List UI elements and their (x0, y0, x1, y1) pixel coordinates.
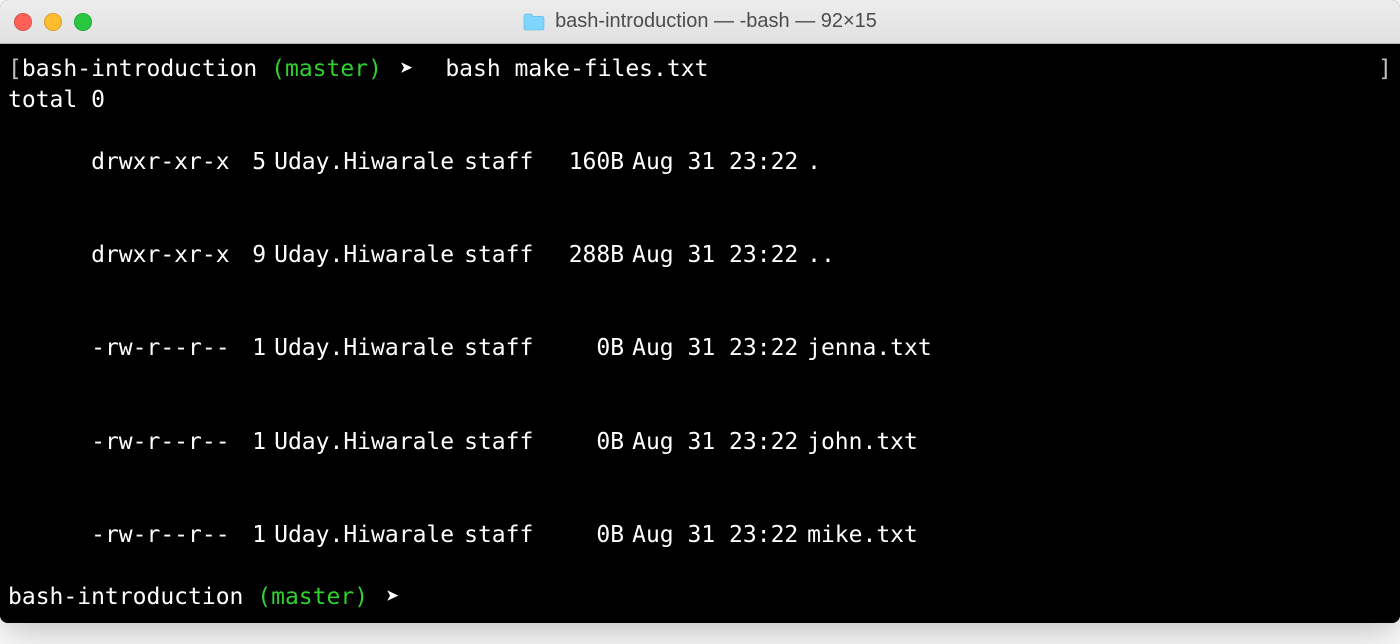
col-links: 1 (236, 427, 266, 458)
col-permissions: drwxr-xr-x (91, 147, 236, 178)
branch-open-paren: ( (257, 582, 271, 613)
col-filename: jenna.txt (807, 333, 932, 364)
prompt-line-2: bash-introduction ( master ) ➤ (8, 582, 1392, 613)
branch-open-paren: ( (271, 54, 285, 85)
title-wrap: bash-introduction — -bash — 92×15 (523, 10, 877, 33)
col-group: staff (464, 147, 559, 178)
col-user: Uday.Hiwarale (274, 147, 464, 178)
col-links: 9 (236, 240, 266, 271)
prompt-dir: bash-introduction (22, 54, 271, 85)
maximize-button[interactable] (74, 13, 92, 31)
col-filename: mike.txt (807, 520, 918, 551)
terminal-body[interactable]: [ bash-introduction ( master ) ➤ bash ma… (0, 44, 1400, 623)
prompt-line-1: [ bash-introduction ( master ) ➤ bash ma… (8, 54, 1392, 85)
col-permissions: -rw-r--r-- (91, 520, 236, 551)
col-date: Aug 31 23:22 (632, 333, 807, 364)
col-permissions: -rw-r--r-- (91, 333, 236, 364)
col-group: staff (464, 333, 559, 364)
terminal-window: bash-introduction — -bash — 92×15 [ bash… (0, 0, 1400, 623)
col-links: 1 (236, 520, 266, 551)
col-date: Aug 31 23:22 (632, 240, 807, 271)
ls-row: drwxr-xr-x5 Uday.Hiwaralestaff160B Aug 31 … (8, 116, 1392, 209)
prompt-left-bracket: [ (8, 54, 22, 85)
folder-icon (523, 13, 545, 31)
col-size: 160B (559, 147, 624, 178)
col-size: 0B (559, 427, 624, 458)
minimize-button[interactable] (44, 13, 62, 31)
col-permissions: -rw-r--r-- (91, 427, 236, 458)
col-links: 1 (236, 333, 266, 364)
col-group: staff (464, 520, 559, 551)
ls-row: -rw-r--r--1 Uday.Hiwaralestaff0B Aug 31 23… (8, 302, 1392, 395)
col-size: 0B (559, 333, 624, 364)
col-date: Aug 31 23:22 (632, 427, 807, 458)
branch-close-paren: ) (354, 582, 368, 613)
col-links: 5 (236, 147, 266, 178)
col-permissions: drwxr-xr-x (91, 240, 236, 271)
prompt-right-bracket: ] (1378, 54, 1392, 85)
col-group: staff (464, 427, 559, 458)
titlebar[interactable]: bash-introduction — -bash — 92×15 (0, 0, 1400, 44)
col-user: Uday.Hiwarale (274, 333, 464, 364)
window-title: bash-introduction — -bash — 92×15 (555, 10, 877, 33)
branch-close-paren: ) (368, 54, 382, 85)
col-user: Uday.Hiwarale (274, 240, 464, 271)
close-button[interactable] (14, 13, 32, 31)
col-date: Aug 31 23:22 (632, 147, 807, 178)
git-branch: master (271, 582, 354, 613)
prompt-dir: bash-introduction (8, 582, 257, 613)
col-size: 0B (559, 520, 624, 551)
traffic-lights (14, 13, 92, 31)
col-user: Uday.Hiwarale (274, 520, 464, 551)
ls-row: drwxr-xr-x9 Uday.Hiwaralestaff288B Aug 31 … (8, 209, 1392, 302)
col-filename: . (807, 147, 821, 178)
git-branch: master (285, 54, 368, 85)
prompt-arrow-icon: ➤ (372, 582, 414, 613)
ls-row: -rw-r--r--1 Uday.Hiwaralestaff0B Aug 31 23… (8, 489, 1392, 582)
col-user: Uday.Hiwarale (274, 427, 464, 458)
col-group: staff (464, 240, 559, 271)
col-filename: john.txt (807, 427, 918, 458)
total-line: total 0 (8, 85, 1392, 116)
col-date: Aug 31 23:22 (632, 520, 807, 551)
ls-row: -rw-r--r--1 Uday.Hiwaralestaff0B Aug 31 23… (8, 396, 1392, 489)
prompt-arrow-icon: ➤ (386, 54, 428, 85)
command-text: bash make-files.txt (431, 54, 708, 85)
col-filename: .. (807, 240, 835, 271)
col-size: 288B (559, 240, 624, 271)
